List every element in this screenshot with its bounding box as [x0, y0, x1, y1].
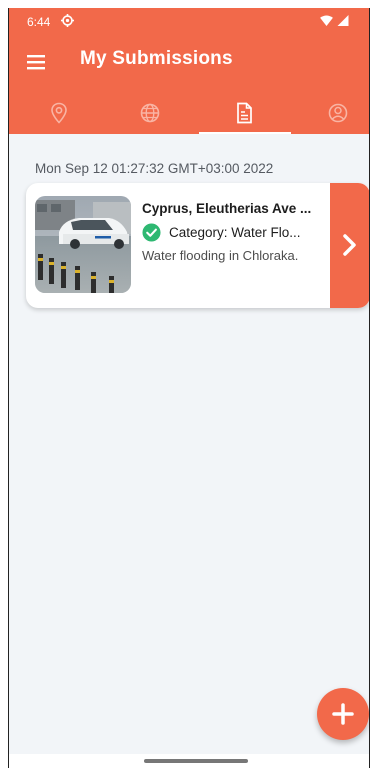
- check-circle-icon: [142, 223, 161, 242]
- status-bar: 6:44: [9, 8, 369, 36]
- tab-bar: [9, 94, 369, 134]
- flooded-street-photo: [35, 196, 131, 293]
- open-submission-button[interactable]: [330, 183, 369, 308]
- submission-description: Water flooding in Chloraka.: [142, 248, 299, 263]
- tab-globe[interactable]: [105, 94, 195, 134]
- submission-location: Cyprus, Eleutherias Ave ...: [142, 201, 312, 216]
- app-screen: 6:44 My Submissions Mon Sep 12 01:27:32 …: [8, 8, 370, 768]
- submission-card[interactable]: Cyprus, Eleutherias Ave ... Category: Wa…: [26, 183, 369, 308]
- status-time: 6:44: [27, 15, 51, 29]
- submission-category: Category: Water Flo...: [169, 225, 301, 240]
- globe-icon: [140, 103, 160, 123]
- tab-profile[interactable]: [293, 94, 369, 134]
- active-tab-indicator: [199, 132, 291, 134]
- submission-date: Mon Sep 12 01:27:32 GMT+03:00 2022: [35, 161, 274, 176]
- profile-icon: [328, 103, 348, 123]
- page-title: My Submissions: [80, 48, 233, 69]
- home-indicator[interactable]: [144, 759, 248, 763]
- tab-map[interactable]: [14, 94, 104, 134]
- add-submission-button[interactable]: [317, 688, 369, 740]
- wifi-icon: [320, 15, 333, 26]
- location-pin-icon: [51, 102, 67, 124]
- app-bar: 6:44 My Submissions: [9, 8, 369, 134]
- system-nav-bar: [9, 754, 369, 768]
- submission-thumbnail: [35, 196, 131, 293]
- hamburger-menu-icon[interactable]: [27, 52, 49, 72]
- gear-icon: [61, 14, 74, 27]
- chevron-right-icon: [343, 234, 356, 256]
- tab-submissions[interactable]: [199, 94, 289, 134]
- signal-icon: [337, 15, 349, 26]
- plus-icon: [332, 703, 354, 725]
- document-icon: [237, 102, 252, 124]
